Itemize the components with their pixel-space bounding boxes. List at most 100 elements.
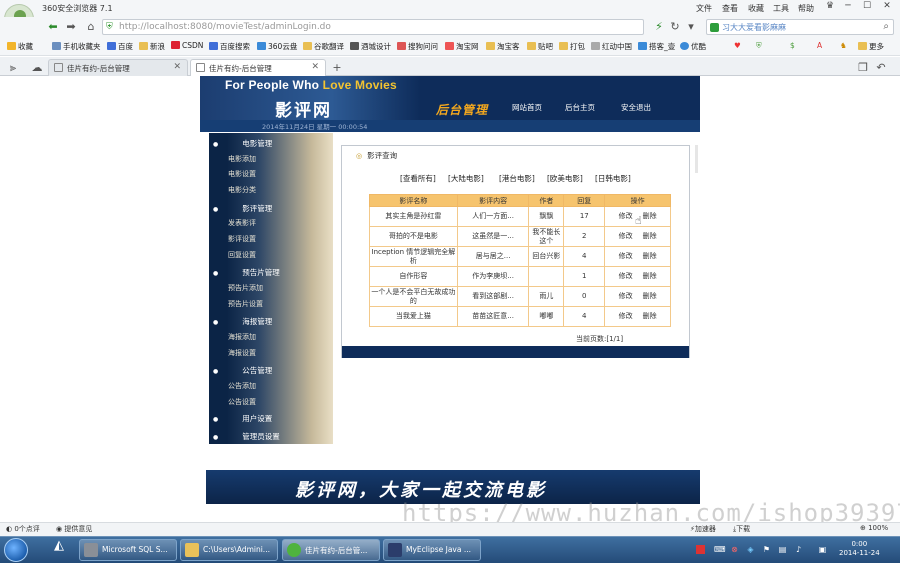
bookmark-baidu[interactable]: 百度 bbox=[107, 41, 133, 52]
sidebar-toggle-icon[interactable]: ⫸ bbox=[6, 61, 20, 75]
edit-link[interactable]: 修改 bbox=[619, 272, 633, 280]
edit-link[interactable]: 修改 bbox=[619, 252, 633, 260]
filter-western[interactable]: [欧美电影] bbox=[547, 173, 583, 184]
back-icon[interactable]: ⬅ bbox=[46, 20, 60, 34]
sidebar-item-review-settings[interactable]: 影评设置 bbox=[228, 234, 256, 244]
bookmark-youku[interactable]: 优酷 bbox=[680, 41, 706, 52]
dropdown-icon[interactable]: ▾ bbox=[684, 20, 698, 34]
close-tab-icon[interactable]: ✕ bbox=[173, 62, 181, 72]
filter-all[interactable]: [查看所有] bbox=[400, 173, 436, 184]
nav-logout-link[interactable]: 安全退出 bbox=[621, 102, 651, 113]
sidebar-group-users[interactable]: 用户设置 bbox=[213, 413, 272, 424]
sidebar-group-admins[interactable]: 管理员设置 bbox=[213, 431, 280, 442]
bookmark-translate[interactable]: 谷歌翻译 bbox=[303, 41, 344, 52]
ie-icon[interactable]: ◭ bbox=[50, 539, 68, 557]
download-button[interactable]: ⤓下载 bbox=[733, 524, 750, 534]
sidebar-item-poster-settings[interactable]: 海报设置 bbox=[228, 348, 256, 358]
toolbar-dollar-icon[interactable]: $ bbox=[790, 41, 795, 50]
home-icon[interactable]: ⌂ bbox=[84, 20, 98, 34]
sidebar-group-movies[interactable]: 电影管理 bbox=[213, 138, 272, 149]
bookmark-more[interactable]: 更多 bbox=[858, 41, 884, 52]
sidebar-item-reply-settings[interactable]: 回复设置 bbox=[228, 250, 256, 260]
nav-admin-home-link[interactable]: 后台主页 bbox=[565, 102, 595, 113]
tray-network-icon[interactable]: ▤ bbox=[778, 545, 787, 554]
sidebar-item-notice-settings[interactable]: 公告设置 bbox=[228, 397, 256, 407]
close-window-icon[interactable]: ✕ bbox=[879, 1, 895, 14]
cloud-icon[interactable]: ☁ bbox=[30, 61, 44, 75]
tray-flag-icon[interactable]: ⚑ bbox=[762, 545, 771, 554]
feedback-link[interactable]: ◉ 提供意见 bbox=[56, 524, 92, 534]
sidebar-item-notice-add[interactable]: 公告添加 bbox=[228, 381, 256, 391]
close-tab-icon[interactable]: ✕ bbox=[311, 62, 319, 72]
tray-volume-icon[interactable]: ♪ bbox=[794, 545, 803, 554]
refresh-icon[interactable]: ↻ bbox=[668, 20, 682, 34]
toolbar-ai-icon[interactable]: A bbox=[817, 41, 822, 50]
bookmark-dake[interactable]: 搭客_壹 bbox=[638, 41, 675, 52]
bookmark-mobile[interactable]: 手机收藏夹 bbox=[52, 41, 101, 52]
undo-close-icon[interactable]: ↶ bbox=[874, 61, 888, 75]
sidebar-group-trailers[interactable]: 预告片管理 bbox=[213, 267, 280, 278]
bookmark-sina[interactable]: 新浪 bbox=[139, 41, 165, 52]
bookmark-baidu-search[interactable]: 百度搜索 bbox=[209, 41, 250, 52]
skin-icon[interactable]: ♛ bbox=[822, 1, 838, 14]
bookmark-favorites[interactable]: 收藏 bbox=[7, 41, 33, 52]
delete-link[interactable]: 删除 bbox=[643, 232, 657, 240]
delete-link[interactable]: 删除 bbox=[643, 312, 657, 320]
compat-icon[interactable]: ⚡ bbox=[652, 20, 666, 34]
new-tab-icon[interactable]: + bbox=[330, 61, 344, 75]
tab-admin-1[interactable]: 佳片有约-后台管理 ✕ bbox=[48, 59, 188, 76]
taskbar-browser[interactable]: 佳片有约-后台管... bbox=[282, 539, 380, 561]
sidebar-group-posters[interactable]: 海报管理 bbox=[213, 316, 272, 327]
zoom-level[interactable]: ⊕ 100% bbox=[860, 524, 888, 532]
sidebar-item-poster-add[interactable]: 海报添加 bbox=[228, 332, 256, 342]
edit-link[interactable]: 修改 bbox=[619, 232, 633, 240]
bookmark-taobaoke[interactable]: 淘宝客 bbox=[486, 41, 520, 52]
edit-link[interactable]: 修改 bbox=[619, 292, 633, 300]
bookmark-csdn[interactable]: CSDN bbox=[171, 41, 203, 50]
filter-mainland[interactable]: [大陆电影] bbox=[448, 173, 484, 184]
edit-link[interactable]: 修改 bbox=[619, 212, 633, 220]
tray-app-icon[interactable] bbox=[696, 545, 705, 554]
bookmark-hongdong[interactable]: 红动中国 bbox=[591, 41, 632, 52]
bookmark-pack[interactable]: 打包 bbox=[559, 41, 585, 52]
sidebar-item-movie-add[interactable]: 电影添加 bbox=[228, 154, 256, 164]
taskbar-myeclipse[interactable]: MyEclipse Java ... bbox=[383, 539, 481, 561]
toolbar-heart-icon[interactable]: ♥ bbox=[734, 41, 741, 50]
forward-icon[interactable]: ➡ bbox=[64, 20, 78, 34]
taskbar-sql-server[interactable]: Microsoft SQL S... bbox=[79, 539, 177, 561]
taskbar-explorer[interactable]: C:\Users\Admini... bbox=[180, 539, 278, 561]
maximize-icon[interactable]: ☐ bbox=[859, 1, 875, 14]
bookmark-tieba[interactable]: 贴吧 bbox=[527, 41, 553, 52]
menu-file[interactable]: 文件 bbox=[696, 3, 712, 14]
tab-admin-2[interactable]: 佳片有约-后台管理 ✕ bbox=[190, 59, 326, 77]
taskbar-clock[interactable]: 0:00 2014-11-24 bbox=[839, 540, 880, 558]
edit-link[interactable]: 修改 bbox=[619, 312, 633, 320]
restore-tabs-icon[interactable]: ❐ bbox=[856, 61, 870, 75]
toolbar-game-icon[interactable]: ♞ bbox=[840, 41, 847, 50]
nav-home-link[interactable]: 网站首页 bbox=[512, 102, 542, 113]
address-bar[interactable]: ⛨ http://localhost:8080/movieTest/adminL… bbox=[102, 19, 644, 35]
search-box[interactable]: 习大大爱看影麻麻 ⌕ bbox=[706, 19, 894, 35]
bookmark-360yun[interactable]: 360云盘 bbox=[257, 41, 297, 52]
toolbar-shield-icon[interactable]: ⛨ bbox=[756, 41, 762, 51]
bookmark-design[interactable]: 酒城设计 bbox=[350, 41, 391, 52]
start-button[interactable] bbox=[4, 538, 28, 562]
sidebar-item-trailer-add[interactable]: 预告片添加 bbox=[228, 283, 263, 293]
tray-security-icon[interactable]: ⊗ bbox=[730, 545, 739, 554]
accelerator-button[interactable]: ⚡加速器 bbox=[690, 524, 716, 534]
sidebar-item-movie-settings[interactable]: 电影设置 bbox=[228, 169, 256, 179]
sidebar-group-notices[interactable]: 公告管理 bbox=[213, 365, 272, 376]
sidebar-group-reviews[interactable]: 影评管理 bbox=[213, 203, 272, 214]
sidebar-item-post-review[interactable]: 发表影评 bbox=[228, 218, 256, 228]
menu-view[interactable]: 查看 bbox=[722, 3, 738, 14]
menu-favorites[interactable]: 收藏 bbox=[748, 3, 764, 14]
delete-link[interactable]: 删除 bbox=[643, 212, 657, 220]
tray-shield-icon[interactable]: ◈ bbox=[746, 545, 755, 554]
bookmark-taobao[interactable]: 淘宝网 bbox=[445, 41, 479, 52]
delete-link[interactable]: 删除 bbox=[643, 292, 657, 300]
delete-link[interactable]: 删除 bbox=[643, 252, 657, 260]
filter-jp-kr[interactable]: [日韩电影] bbox=[595, 173, 631, 184]
search-icon[interactable]: ⌕ bbox=[883, 21, 889, 32]
filter-hk-tw[interactable]: [港台电影] bbox=[499, 173, 535, 184]
tray-keyboard-icon[interactable]: ⌨ bbox=[714, 545, 726, 554]
